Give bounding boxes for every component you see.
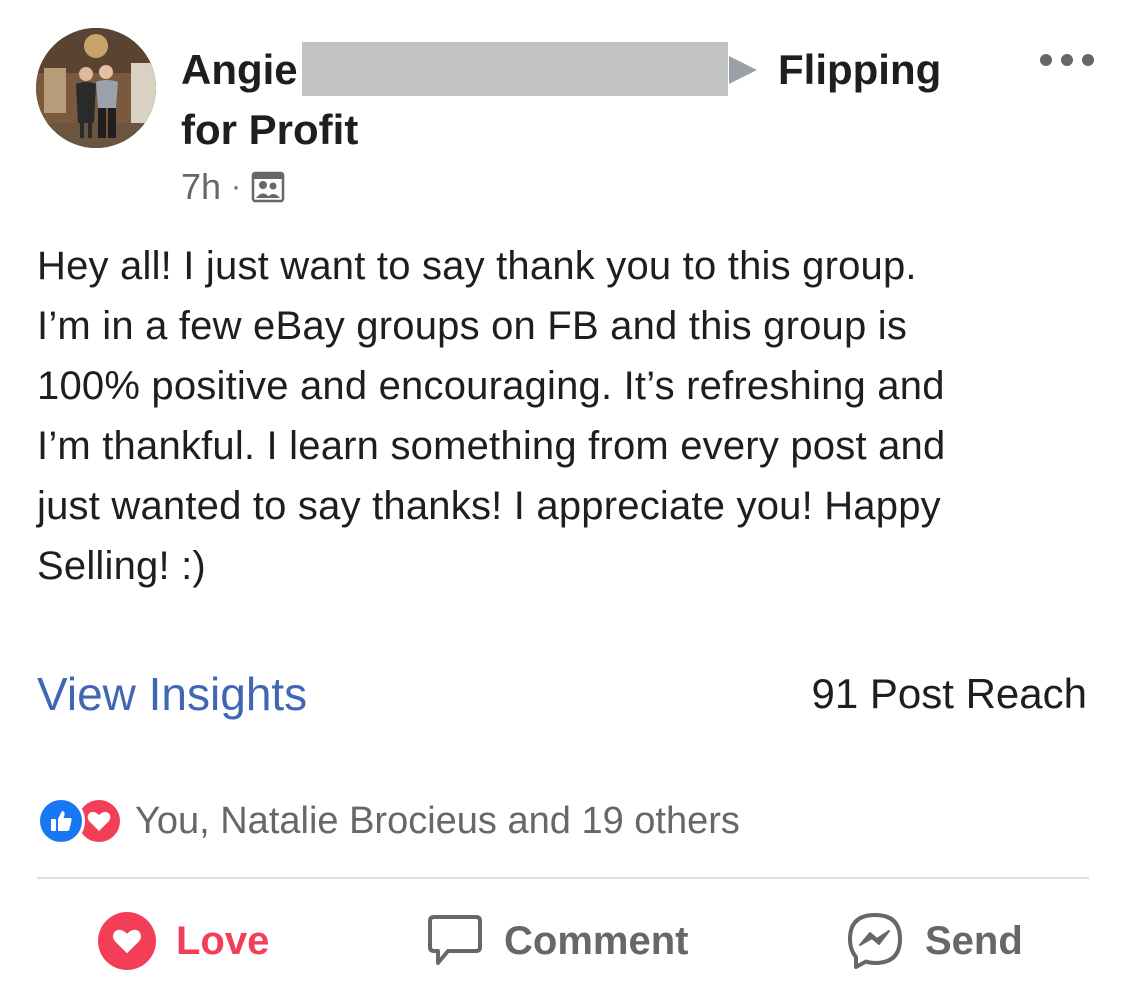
post-body-line: just wanted to say thanks! I appreciate … xyxy=(37,484,941,528)
send-button[interactable]: Send xyxy=(845,905,1023,977)
reactions-summary[interactable]: You, Natalie Brocieus and 19 others xyxy=(37,796,740,846)
messenger-icon xyxy=(848,913,902,969)
action-divider xyxy=(37,877,1089,879)
triangle-right-icon xyxy=(729,56,757,84)
post-body-line: 100% positive and encouraging. It’s refr… xyxy=(37,364,945,408)
profile-photo-icon xyxy=(36,28,156,148)
group-name-continued[interactable]: for Profit xyxy=(181,100,981,160)
post-action-bar: Love Comment Send xyxy=(0,905,1125,977)
like-reaction-icon xyxy=(37,797,85,845)
post-body-line: I’m in a few eBay groups on FB and this … xyxy=(37,304,908,348)
post-header: Angie Flipping for Profit xyxy=(181,40,981,160)
post-reach-count: 91 Post Reach xyxy=(811,670,1087,717)
view-insights-link[interactable]: View Insights xyxy=(37,664,307,724)
post-body-line: Selling! :) xyxy=(37,544,206,588)
post-body: Hey all! I just want to say thank you to… xyxy=(37,236,1097,596)
comment-button-label: Comment xyxy=(504,918,689,963)
heart-icon xyxy=(98,912,156,970)
meta-separator: · xyxy=(231,170,242,203)
reactions-text: You, Natalie Brocieus and 19 others xyxy=(135,799,740,842)
post-body-line: Hey all! I just want to say thank you to… xyxy=(37,244,917,288)
love-button-label: Love xyxy=(176,918,270,963)
love-button[interactable]: Love xyxy=(98,905,269,977)
post-timestamp[interactable]: 7h xyxy=(181,166,221,208)
group-name[interactable]: Flipping xyxy=(778,40,941,100)
author-name[interactable]: Angie xyxy=(181,40,298,100)
feed-post: Angie Flipping for Profit 7h · Hey all! … xyxy=(0,0,1125,990)
redacted-name-block xyxy=(302,42,728,96)
post-meta: 7h · xyxy=(181,165,285,209)
comment-button[interactable]: Comment xyxy=(426,905,688,977)
group-members-icon xyxy=(251,171,285,203)
post-body-line: I’m thankful. I learn something from eve… xyxy=(37,424,946,468)
author-avatar[interactable] xyxy=(36,28,156,148)
more-options-icon[interactable] xyxy=(1040,50,1094,70)
send-button-label: Send xyxy=(925,918,1023,963)
comment-bubble-icon xyxy=(428,915,482,965)
